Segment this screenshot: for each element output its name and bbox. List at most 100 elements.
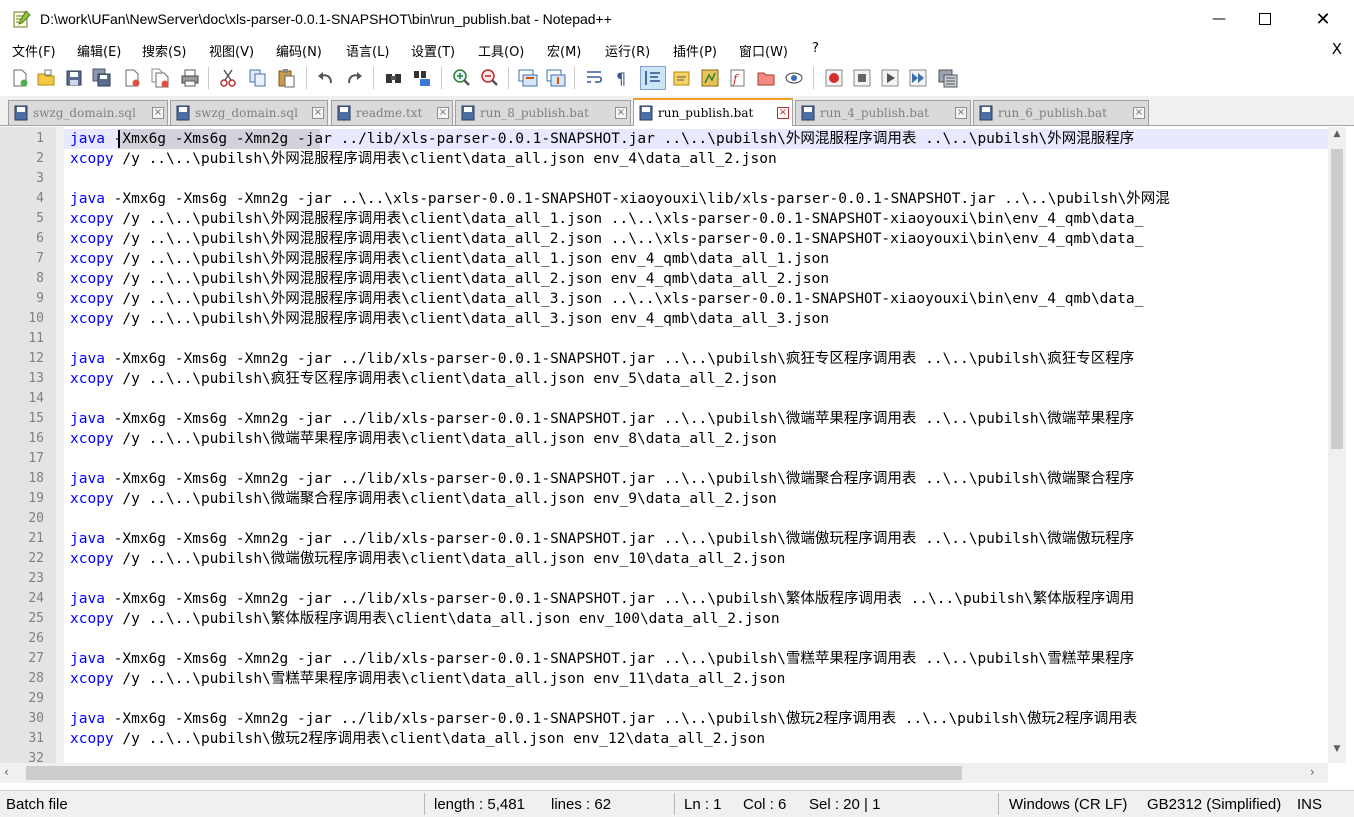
tab-close-icon[interactable]: × xyxy=(437,107,449,119)
menu-settings[interactable]: 设置(T) xyxy=(411,41,455,60)
code-line[interactable]: xcopy /y ..\..\pubilsh\傲玩2程序调用表\client\d… xyxy=(64,729,1328,749)
save-icon[interactable] xyxy=(64,68,84,88)
code-line[interactable] xyxy=(64,509,1328,529)
indent-guide-icon[interactable] xyxy=(640,66,666,90)
close-icon[interactable] xyxy=(122,68,142,88)
user-language-icon[interactable] xyxy=(672,68,692,88)
code-line[interactable]: xcopy /y ..\..\pubilsh\外网混服程序调用表\client\… xyxy=(64,249,1328,269)
undo-icon[interactable] xyxy=(316,68,336,88)
paste-icon[interactable] xyxy=(276,68,296,88)
show-all-chars-icon[interactable]: ¶ xyxy=(612,68,632,88)
save-all-icon[interactable] xyxy=(92,68,112,88)
code-line[interactable] xyxy=(64,689,1328,709)
code-line[interactable]: xcopy /y ..\..\pubilsh\外网混服程序调用表\client\… xyxy=(64,289,1328,309)
vertical-scroll-thumb[interactable] xyxy=(1331,149,1343,449)
scroll-right-icon[interactable]: › xyxy=(1310,765,1315,779)
tab-swzg-domain-sql-2[interactable]: swzg_domain.sql × xyxy=(170,100,328,125)
code-line[interactable] xyxy=(64,389,1328,409)
redo-icon[interactable] xyxy=(344,68,364,88)
code-line[interactable]: java -Xmx6g -Xms6g -Xmn2g -jar ../lib/xl… xyxy=(64,529,1328,549)
stop-record-icon[interactable] xyxy=(852,68,872,88)
code-line[interactable]: xcopy /y ..\..\pubilsh\外网混服程序调用表\client\… xyxy=(64,229,1328,249)
code-line[interactable] xyxy=(64,569,1328,589)
tab-run-publish-bat[interactable]: run_publish.bat × xyxy=(633,98,793,126)
scroll-up-icon[interactable]: ▲ xyxy=(1328,129,1346,145)
tab-readme-txt[interactable]: readme.txt × xyxy=(331,100,453,125)
code-line[interactable]: xcopy /y ..\..\pubilsh\微端苹果程序调用表\client\… xyxy=(64,429,1328,449)
folder-workspace-icon[interactable] xyxy=(756,68,776,88)
sync-vertical-icon[interactable] xyxy=(518,68,538,88)
code-line[interactable]: xcopy /y ..\..\pubilsh\外网混服程序调用表\client\… xyxy=(64,209,1328,229)
record-macro-icon[interactable] xyxy=(824,68,844,88)
minimize-button[interactable]: — xyxy=(1196,0,1242,38)
menu-window[interactable]: 窗口(W) xyxy=(739,41,788,60)
play-macro-icon[interactable] xyxy=(880,68,900,88)
replace-icon[interactable] xyxy=(412,68,432,88)
zoom-out-icon[interactable] xyxy=(480,68,500,88)
menu-language[interactable]: 语言(L) xyxy=(346,41,389,60)
menu-edit[interactable]: 编辑(E) xyxy=(77,41,121,60)
horizontal-scroll-thumb[interactable] xyxy=(26,766,962,780)
code-line[interactable]: java -Xmx6g -Xms6g -Xmn2g -jar ../lib/xl… xyxy=(64,709,1328,729)
tab-swzg-domain-sql-1[interactable]: swzg_domain.sql × xyxy=(8,100,168,125)
tab-run-6-publish-bat[interactable]: run_6_publish.bat × xyxy=(973,100,1149,125)
tab-close-icon[interactable]: × xyxy=(615,107,627,119)
code-line[interactable]: java -Xmx6g -Xms6g -Xmn2g -jar ../lib/xl… xyxy=(64,349,1328,369)
code-line[interactable]: xcopy /y ..\..\pubilsh\外网混服程序调用表\client\… xyxy=(64,149,1328,169)
code-line[interactable]: xcopy /y ..\..\pubilsh\外网混服程序调用表\client\… xyxy=(64,309,1328,329)
code-line[interactable] xyxy=(64,449,1328,469)
sync-horizontal-icon[interactable] xyxy=(546,68,566,88)
new-file-icon[interactable] xyxy=(10,68,30,88)
menu-file[interactable]: 文件(F) xyxy=(12,41,56,60)
menu-tools[interactable]: 工具(O) xyxy=(478,41,524,60)
cut-icon[interactable] xyxy=(218,68,238,88)
save-macro-icon[interactable] xyxy=(938,68,958,88)
scroll-down-icon[interactable]: ▼ xyxy=(1328,744,1346,760)
tab-close-icon[interactable]: × xyxy=(777,107,789,119)
code-line[interactable]: xcopy /y ..\..\pubilsh\微端聚合程序调用表\client\… xyxy=(64,489,1328,509)
menu-macro[interactable]: 宏(M) xyxy=(547,41,581,60)
code-line[interactable]: xcopy /y ..\..\pubilsh\繁体版程序调用表\client\d… xyxy=(64,609,1328,629)
tab-close-icon[interactable]: × xyxy=(312,107,324,119)
close-all-icon[interactable] xyxy=(150,68,170,88)
code-line[interactable] xyxy=(64,329,1328,349)
zoom-in-icon[interactable] xyxy=(452,68,472,88)
copy-icon[interactable] xyxy=(248,68,268,88)
code-line[interactable]: java -Xmx6g -Xms6g -Xmn2g -jar ../lib/xl… xyxy=(64,409,1328,429)
close-document-button[interactable]: X xyxy=(1332,40,1342,58)
code-line[interactable] xyxy=(64,629,1328,649)
doc-map-icon[interactable] xyxy=(700,68,720,88)
vertical-scrollbar[interactable]: ▲ ▼ xyxy=(1328,127,1346,763)
code-line[interactable]: xcopy /y ..\..\pubilsh\雪糕苹果程序调用表\client\… xyxy=(64,669,1328,689)
code-line[interactable]: java -Xmx6g -Xms6g -Xmn2g -jar ../lib/xl… xyxy=(64,129,1328,149)
menu-run[interactable]: 运行(R) xyxy=(605,41,650,60)
editor[interactable]: java -Xmx6g -Xms6g -Xmn2g -jar ../lib/xl… xyxy=(0,127,1354,765)
word-wrap-icon[interactable] xyxy=(585,68,605,88)
function-list-icon[interactable]: f xyxy=(728,68,748,88)
code-line[interactable]: xcopy /y ..\..\pubilsh\外网混服程序调用表\client\… xyxy=(64,269,1328,289)
code-line[interactable]: xcopy /y ..\..\pubilsh\疯狂专区程序调用表\client\… xyxy=(64,369,1328,389)
tab-close-icon[interactable]: × xyxy=(152,107,164,119)
menu-search[interactable]: 搜索(S) xyxy=(142,41,186,60)
open-file-icon[interactable] xyxy=(36,68,56,88)
close-window-button[interactable]: ✕ xyxy=(1300,0,1346,38)
tab-run-4-publish-bat[interactable]: run_4_publish.bat × xyxy=(795,100,971,125)
horizontal-scrollbar[interactable]: ‹ › xyxy=(0,763,1328,783)
run-macro-multiple-icon[interactable] xyxy=(908,68,928,88)
maximize-button[interactable] xyxy=(1242,0,1288,38)
menu-encoding[interactable]: 编码(N) xyxy=(276,41,322,60)
menu-help[interactable]: ? xyxy=(812,41,819,56)
tab-close-icon[interactable]: × xyxy=(1133,107,1145,119)
code-line[interactable]: java -Xmx6g -Xms6g -Xmn2g -jar ../lib/xl… xyxy=(64,649,1328,669)
scroll-left-icon[interactable]: ‹ xyxy=(4,765,9,779)
code-line[interactable]: java -Xmx6g -Xms6g -Xmn2g -jar ../lib/xl… xyxy=(64,469,1328,489)
menu-plugins[interactable]: 插件(P) xyxy=(673,41,717,60)
tab-close-icon[interactable]: × xyxy=(955,107,967,119)
print-icon[interactable] xyxy=(180,68,200,88)
code-line[interactable]: java -Xmx6g -Xms6g -Xmn2g -jar ../lib/xl… xyxy=(64,589,1328,609)
code-line[interactable]: xcopy /y ..\..\pubilsh\微端傲玩程序调用表\client\… xyxy=(64,549,1328,569)
code-line[interactable] xyxy=(64,169,1328,189)
tab-run-8-publish-bat[interactable]: run_8_publish.bat × xyxy=(455,100,631,125)
code-area[interactable]: java -Xmx6g -Xms6g -Xmn2g -jar ../lib/xl… xyxy=(64,127,1328,765)
menu-view[interactable]: 视图(V) xyxy=(209,41,254,60)
